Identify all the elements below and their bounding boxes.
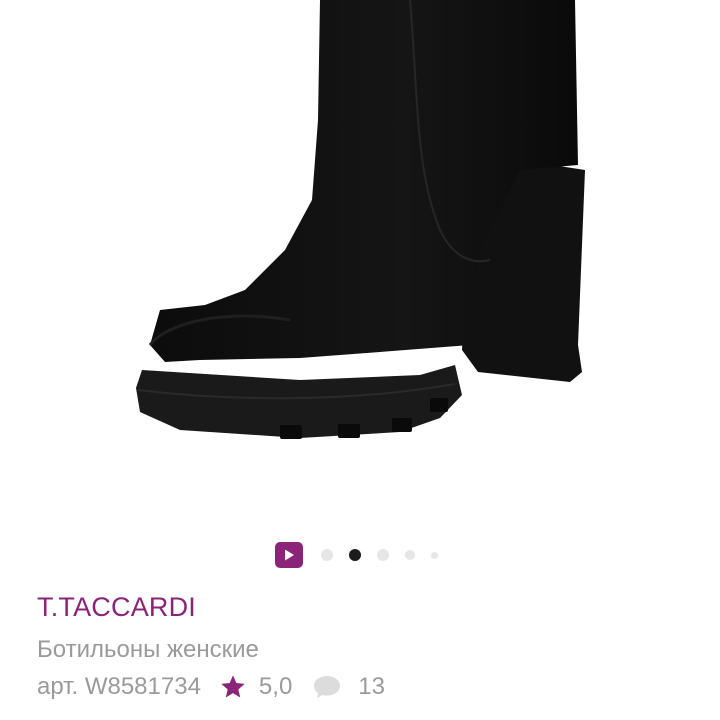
image-carousel-indicators: [0, 541, 720, 569]
product-image[interactable]: [0, 0, 720, 520]
product-meta: арт. W8581734 5,0 13: [37, 673, 385, 701]
carousel-dot[interactable]: [404, 550, 415, 560]
carousel-dot[interactable]: [320, 549, 333, 561]
star-icon: [219, 673, 247, 701]
product-title: Ботильоны женские: [37, 636, 259, 663]
carousel-dot-active[interactable]: [348, 549, 361, 561]
reviews-count[interactable]: 13: [358, 673, 385, 701]
carousel-dot[interactable]: [376, 549, 389, 561]
carousel-dot[interactable]: [430, 551, 438, 559]
comment-icon: [312, 674, 342, 700]
video-slide-button[interactable]: [274, 542, 303, 568]
article-number: арт. W8581734: [37, 673, 201, 700]
rating-value[interactable]: 5,0: [259, 673, 292, 701]
brand-name[interactable]: T.TACCARDI: [37, 592, 196, 623]
play-icon: [284, 549, 294, 561]
